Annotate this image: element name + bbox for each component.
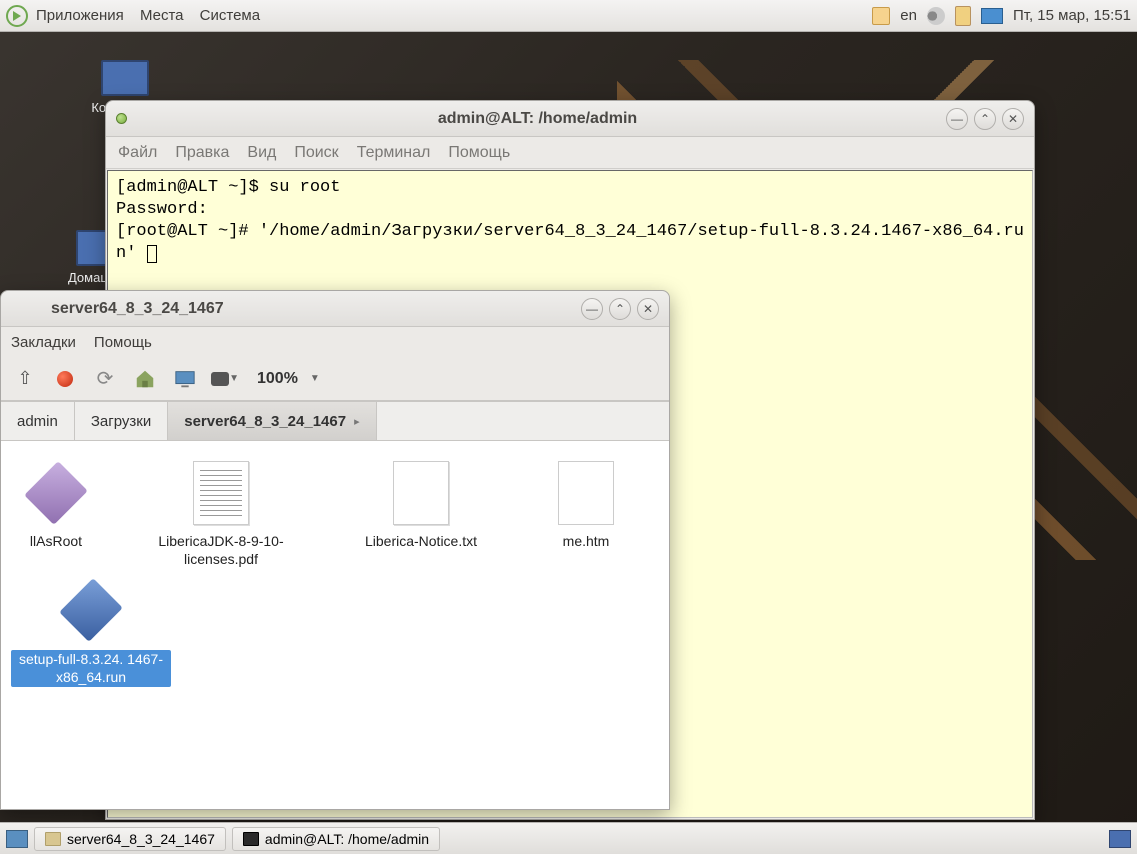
bottom-taskbar: server64_8_3_24_1467 admin@ALT: /home/ad… xyxy=(0,822,1137,854)
breadcrumb-downloads[interactable]: Загрузки xyxy=(75,402,168,440)
taskbar-task-terminal[interactable]: admin@ALT: /home/admin xyxy=(232,827,440,851)
menu-applications[interactable]: Приложения xyxy=(36,7,124,24)
breadcrumb-label: Загрузки xyxy=(91,413,151,430)
file-label: Liberica-Notice.txt xyxy=(341,533,501,551)
terminal-icon xyxy=(243,832,259,846)
fm-pathbar: admin Загрузки server64_8_3_24_1467 ▸ xyxy=(1,401,669,441)
clipboard-icon[interactable] xyxy=(955,6,971,26)
stop-button[interactable] xyxy=(51,365,79,393)
terminal-line: Password: xyxy=(116,200,208,219)
terminal-line: [admin@ALT ~]$ su root xyxy=(116,178,340,197)
lock-icon[interactable] xyxy=(872,7,890,25)
fm-menubar: Закладки Помощь xyxy=(1,327,669,357)
menu-edit[interactable]: Правка xyxy=(175,144,229,162)
fm-toolbar: ⇧ ⟳ ▼ 100% ▼ xyxy=(1,357,669,401)
stop-icon xyxy=(57,371,73,387)
executable-icon xyxy=(24,461,88,525)
keyboard-layout-indicator[interactable]: en xyxy=(900,7,917,24)
window-indicator-icon xyxy=(116,113,127,124)
view-mode-button[interactable]: ▼ xyxy=(211,365,239,393)
fm-titlebar[interactable]: server64_8_3_24_1467 — ⌃ ✕ xyxy=(1,291,669,327)
breadcrumb-admin[interactable]: admin xyxy=(1,402,75,440)
folder-icon xyxy=(45,832,61,846)
show-desktop-button[interactable] xyxy=(6,830,28,848)
volume-icon[interactable] xyxy=(927,7,945,25)
panel-tray: en Пт, 15 мар, 15:51 xyxy=(872,6,1131,26)
minimize-button[interactable]: — xyxy=(581,298,603,320)
file-label: LibericaJDK-8-9-10-licenses.pdf xyxy=(141,533,301,568)
file-item[interactable]: LibericaJDK-8-9-10-licenses.pdf xyxy=(141,461,301,568)
chevron-right-icon: ▸ xyxy=(354,415,360,428)
maximize-button[interactable]: ⌃ xyxy=(609,298,631,320)
minimize-button[interactable]: — xyxy=(946,108,968,130)
top-panel: Приложения Места Система en Пт, 15 мар, … xyxy=(0,0,1137,32)
workspace-switcher-icon[interactable] xyxy=(1109,830,1131,848)
chevron-down-icon: ▼ xyxy=(229,373,239,384)
up-button[interactable]: ⇧ xyxy=(11,365,39,393)
cursor-icon xyxy=(147,245,157,263)
computer-icon xyxy=(174,368,196,390)
window-title: admin@ALT: /home/admin xyxy=(135,110,940,128)
file-item[interactable]: llAsRoot xyxy=(11,461,101,568)
terminal-line: [root@ALT ~]# '/home/admin/Загрузки/serv… xyxy=(116,222,1024,263)
file-manager-window[interactable]: server64_8_3_24_1467 — ⌃ ✕ Закладки Помо… xyxy=(0,290,670,810)
file-item-selected[interactable]: setup-full-8.3.24. 1467-x86_64.run xyxy=(11,578,171,687)
network-icon[interactable] xyxy=(981,8,1003,24)
html-file-icon xyxy=(558,461,614,525)
computer-icon xyxy=(101,60,149,96)
menu-help[interactable]: Помощь xyxy=(94,334,152,351)
task-label: admin@ALT: /home/admin xyxy=(265,831,429,847)
file-item[interactable]: Liberica-Notice.txt xyxy=(341,461,501,568)
home-icon xyxy=(134,368,156,390)
terminal-titlebar[interactable]: admin@ALT: /home/admin — ⌃ ✕ xyxy=(106,101,1034,137)
breadcrumb-current[interactable]: server64_8_3_24_1467 ▸ xyxy=(168,402,376,440)
file-label: setup-full-8.3.24. 1467-x86_64.run xyxy=(11,650,171,687)
chevron-down-icon[interactable]: ▼ xyxy=(310,373,320,384)
file-label: llAsRoot xyxy=(11,533,101,551)
menu-bookmarks[interactable]: Закладки xyxy=(11,334,76,351)
home-button[interactable] xyxy=(131,365,159,393)
close-button[interactable]: ✕ xyxy=(637,298,659,320)
reload-button[interactable]: ⟳ xyxy=(91,365,119,393)
terminal-menubar: Файл Правка Вид Поиск Терминал Помощь xyxy=(106,137,1034,169)
close-button[interactable]: ✕ xyxy=(1002,108,1024,130)
fm-file-area[interactable]: llAsRoot LibericaJDK-8-9-10-licenses.pdf… xyxy=(1,441,669,809)
distro-logo-icon[interactable] xyxy=(6,5,28,27)
breadcrumb-label: admin xyxy=(17,413,58,430)
computer-button[interactable] xyxy=(171,365,199,393)
file-item[interactable]: me.htm xyxy=(541,461,631,568)
file-label: me.htm xyxy=(541,533,631,551)
task-label: server64_8_3_24_1467 xyxy=(67,831,215,847)
window-title: server64_8_3_24_1467 xyxy=(51,300,575,318)
maximize-button[interactable]: ⌃ xyxy=(974,108,996,130)
panel-menus: Приложения Места Система xyxy=(36,7,272,24)
menu-file[interactable]: Файл xyxy=(118,144,157,162)
pdf-icon xyxy=(193,461,249,525)
breadcrumb-label: server64_8_3_24_1467 xyxy=(184,413,346,430)
menu-help[interactable]: Помощь xyxy=(448,144,510,162)
text-file-icon xyxy=(393,461,449,525)
menu-places[interactable]: Места xyxy=(140,7,184,24)
view-icon xyxy=(211,372,229,386)
taskbar-task-fm[interactable]: server64_8_3_24_1467 xyxy=(34,827,226,851)
clock[interactable]: Пт, 15 мар, 15:51 xyxy=(1013,7,1131,24)
executable-icon xyxy=(59,578,123,642)
menu-view[interactable]: Вид xyxy=(247,144,276,162)
menu-search[interactable]: Поиск xyxy=(294,144,338,162)
zoom-level: 100% xyxy=(257,370,298,388)
menu-terminal[interactable]: Терминал xyxy=(357,144,431,162)
menu-system[interactable]: Система xyxy=(200,7,260,24)
